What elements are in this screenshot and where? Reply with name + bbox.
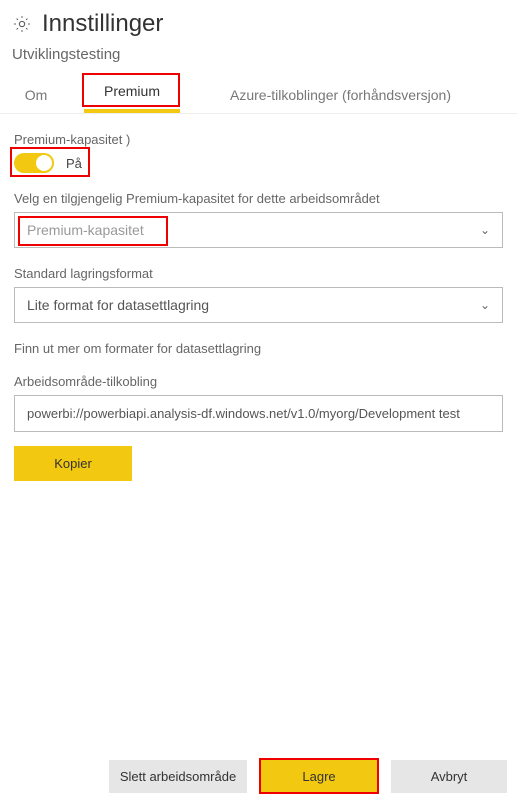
- tab-content-premium: Premium-kapasitet ) På Velg en tilgjenge…: [0, 114, 517, 750]
- settings-tabs: Om Premium Azure-tilkoblinger (forhåndsv…: [0, 75, 517, 114]
- toggle-state-label: På: [66, 156, 82, 171]
- capacity-select-value: Premium-kapasitet: [27, 222, 144, 238]
- toggle-knob: [36, 155, 52, 171]
- storage-format-select[interactable]: Lite format for datasettlagring ⌄: [14, 287, 503, 323]
- cancel-button[interactable]: Avbryt: [391, 760, 507, 793]
- capacity-select-label: Velg en tilgjengelig Premium-kapasitet f…: [14, 191, 503, 206]
- storage-format-value: Lite format for datasettlagring: [27, 297, 209, 313]
- storage-format-label: Standard lagringsformat: [14, 266, 503, 281]
- premium-capacity-label: Premium-kapasitet ): [14, 132, 503, 147]
- premium-capacity-toggle[interactable]: [14, 153, 54, 173]
- delete-workspace-button[interactable]: Slett arbeidsområde: [109, 760, 247, 793]
- gear-icon: [12, 14, 32, 34]
- tab-premium[interactable]: Premium: [84, 75, 180, 109]
- storage-format-learn-more[interactable]: Finn ut mer om formater for datasettlagr…: [14, 341, 503, 356]
- tab-about[interactable]: Om: [6, 79, 66, 113]
- chevron-down-icon: ⌄: [480, 223, 490, 237]
- dialog-footer: Slett arbeidsområde Lagre Avbryt: [0, 750, 517, 807]
- tab-active-underline: [84, 109, 180, 113]
- chevron-down-icon: ⌄: [480, 298, 490, 312]
- tab-azure[interactable]: Azure-tilkoblinger (forhåndsversjon): [216, 79, 465, 113]
- workspace-connection-value[interactable]: powerbi://powerbiapi.analysis-df.windows…: [14, 395, 503, 432]
- page-title: Innstillinger: [42, 10, 163, 38]
- workspace-connection-label: Arbeidsområde-tilkobling: [14, 374, 503, 389]
- settings-header: Innstillinger: [0, 0, 517, 42]
- capacity-select[interactable]: Premium-kapasitet ⌄: [14, 212, 503, 248]
- copy-button[interactable]: Kopier: [14, 446, 132, 481]
- workspace-name: Utviklingstesting: [0, 42, 517, 75]
- save-button[interactable]: Lagre: [261, 760, 377, 793]
